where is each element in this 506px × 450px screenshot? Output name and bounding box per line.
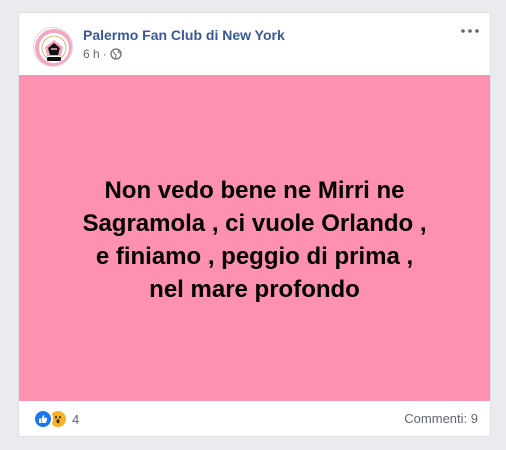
post-text-line: Non vedo bene ne Mirri ne — [104, 176, 405, 204]
post-card: Palermo Fan Club di New York 6 h · Non v… — [18, 12, 491, 437]
post-time[interactable]: 6 h — [83, 47, 100, 61]
post-header: Palermo Fan Club di New York 6 h · — [19, 13, 490, 75]
post-text-line: Sagramola , ci vuole Orlando , — [82, 209, 427, 237]
post-background: Non vedo bene ne Mirri ne Sagramola , ci… — [19, 75, 490, 401]
globe-icon[interactable] — [110, 48, 122, 60]
post-text: Non vedo bene ne Mirri ne Sagramola , ci… — [40, 174, 470, 306]
avatar[interactable] — [33, 27, 73, 67]
club-logo — [35, 29, 72, 66]
meta-separator: · — [102, 47, 107, 61]
post-footer: 4 Commenti: 9 — [19, 409, 490, 433]
comments-count-link[interactable]: Commenti: 9 — [404, 411, 478, 426]
page-name-link[interactable]: Palermo Fan Club di New York — [83, 27, 285, 43]
post-text-line: e finiamo , peggio di prima , — [95, 243, 414, 270]
post-text-line: nel mare profondo — [149, 276, 360, 304]
reactions-summary[interactable]: 4 — [33, 409, 79, 429]
post-meta: 6 h · — [83, 47, 122, 61]
reaction-count: 4 — [72, 411, 80, 427]
more-options-icon[interactable] — [458, 23, 482, 39]
like-icon — [33, 409, 53, 429]
